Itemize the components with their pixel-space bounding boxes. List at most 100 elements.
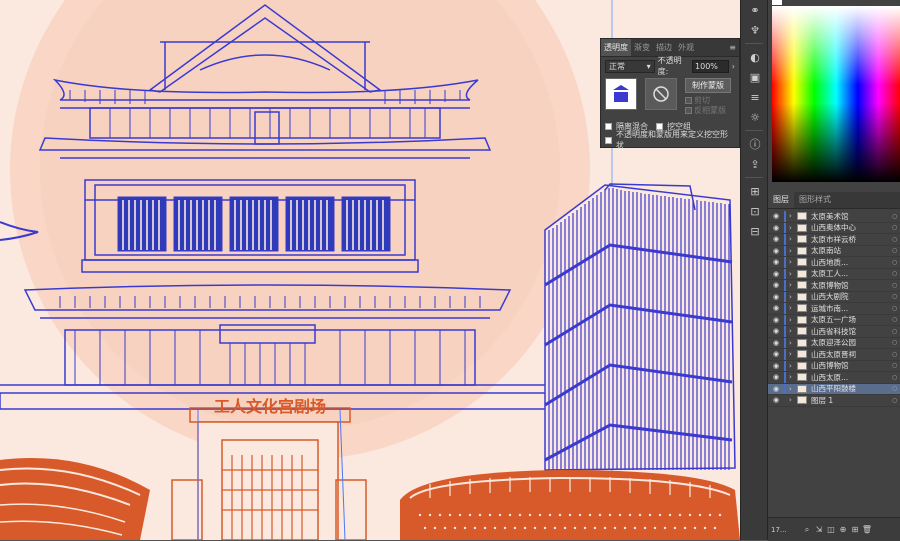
chevron-right-icon[interactable]: › xyxy=(789,373,797,381)
color-spectrum-picker[interactable] xyxy=(768,0,900,182)
target-icon[interactable]: ○ xyxy=(892,305,900,312)
chevron-right-icon[interactable]: › xyxy=(732,62,735,71)
eye-icon[interactable]: ◉ xyxy=(768,396,784,404)
tab-stroke[interactable]: 描边 xyxy=(653,39,675,56)
color-icon[interactable]: ◐ xyxy=(741,47,769,67)
target-icon[interactable]: ○ xyxy=(892,247,900,254)
info-icon[interactable]: ⓘ xyxy=(741,134,769,154)
panel-menu-icon[interactable]: ≡ xyxy=(729,43,739,52)
layer-row[interactable]: ◉ › 太原工人... ○ xyxy=(768,268,900,280)
layer-row[interactable]: ◉ › 山西博物馆 ○ xyxy=(768,360,900,372)
eye-icon[interactable]: ◉ xyxy=(768,316,784,324)
eye-icon[interactable]: ◉ xyxy=(768,235,784,243)
eye-icon[interactable]: ◉ xyxy=(768,212,784,220)
layer-row[interactable]: ◉ › 太原市祥云桥 ○ xyxy=(768,234,900,246)
layer-row[interactable]: ◉ › 太原博物馆 ○ xyxy=(768,280,900,292)
clip-checkbox[interactable] xyxy=(685,96,692,104)
eye-icon[interactable]: ◉ xyxy=(768,224,784,232)
target-icon[interactable]: ○ xyxy=(892,213,900,220)
chevron-right-icon[interactable]: › xyxy=(789,385,797,393)
new-layer-icon[interactable]: ⊞ xyxy=(849,525,861,534)
target-icon[interactable]: ○ xyxy=(892,224,900,231)
chevron-right-icon[interactable]: › xyxy=(789,396,797,404)
layer-row[interactable]: ◉ › 图层 1 ○ xyxy=(768,395,900,407)
layer-row[interactable]: ◉ › 太原迎泽公园 ○ xyxy=(768,337,900,349)
artboard-icon[interactable]: ⊞ xyxy=(741,181,769,201)
swatch-icon[interactable]: ▣ xyxy=(741,67,769,87)
layer-row[interactable]: ◉ › 山西平阳鼓楼 ○ xyxy=(768,383,900,395)
eye-icon[interactable]: ◉ xyxy=(768,293,784,301)
eye-icon[interactable]: ◉ xyxy=(768,350,784,358)
chevron-right-icon[interactable]: › xyxy=(789,212,797,220)
tab-gradient[interactable]: 渐变 xyxy=(631,39,653,56)
invert-mask-checkbox[interactable] xyxy=(685,106,692,114)
new-sublayer-icon[interactable]: ⊕ xyxy=(837,525,849,534)
chevron-right-icon[interactable]: › xyxy=(789,316,797,324)
layer-row[interactable]: ◉ › 山西省科技馆 ○ xyxy=(768,326,900,338)
stroke-icon[interactable]: ≡ xyxy=(741,87,769,107)
chevron-right-icon[interactable]: › xyxy=(789,339,797,347)
layer-row[interactable]: ◉ › 太原五一广场 ○ xyxy=(768,314,900,326)
tab-layers[interactable]: 图层 xyxy=(768,192,794,208)
target-icon[interactable]: ○ xyxy=(892,351,900,358)
opacity-mask-define-checkbox[interactable] xyxy=(605,136,612,144)
eye-icon[interactable]: ◉ xyxy=(768,373,784,381)
target-icon[interactable]: ○ xyxy=(892,385,900,392)
eye-icon[interactable]: ◉ xyxy=(768,327,784,335)
eye-icon[interactable]: ◉ xyxy=(768,339,784,347)
search-icon[interactable]: ⌕ xyxy=(801,525,813,535)
layer-row[interactable]: ◉ › 山西太原晋祠 ○ xyxy=(768,349,900,361)
target-icon[interactable]: ○ xyxy=(892,339,900,346)
tab-graphic-styles[interactable]: 图形样式 xyxy=(794,192,836,208)
target-icon[interactable]: ○ xyxy=(892,282,900,289)
trash-icon[interactable]: 🗑 xyxy=(861,525,873,534)
chevron-right-icon[interactable]: › xyxy=(789,281,797,289)
make-mask-button[interactable]: 制作蒙版 xyxy=(685,78,731,93)
target-icon[interactable]: ○ xyxy=(892,316,900,323)
tab-transparency[interactable]: 透明度 xyxy=(601,39,631,56)
align-icon[interactable]: ⊟ xyxy=(741,221,769,241)
eye-icon[interactable]: ◉ xyxy=(768,270,784,278)
eye-icon[interactable]: ◉ xyxy=(768,247,784,255)
target-icon[interactable]: ○ xyxy=(892,374,900,381)
opacity-input[interactable]: 100% xyxy=(692,59,729,73)
chevron-right-icon[interactable]: › xyxy=(789,362,797,370)
layer-row[interactable]: ◉ › 山西地质... ○ xyxy=(768,257,900,269)
eye-icon[interactable]: ◉ xyxy=(768,304,784,312)
eye-icon[interactable]: ◉ xyxy=(768,385,784,393)
link-icon[interactable]: ⚭ xyxy=(741,0,769,20)
clipping-mask-icon[interactable]: ◫ xyxy=(825,525,837,534)
puppet-icon[interactable]: ♆ xyxy=(741,20,769,40)
layer-row[interactable]: ◉ › 太原美术馆 ○ xyxy=(768,211,900,223)
transform-icon[interactable]: ⊡ xyxy=(741,201,769,221)
tab-appearance[interactable]: 外观 xyxy=(675,39,697,56)
chevron-right-icon[interactable]: › xyxy=(789,235,797,243)
export-layer-icon[interactable]: ⇲ xyxy=(813,525,825,534)
sun-icon[interactable]: ☼ xyxy=(741,107,769,127)
chevron-right-icon[interactable]: › xyxy=(789,224,797,232)
target-icon[interactable]: ○ xyxy=(892,259,900,266)
chevron-right-icon[interactable]: › xyxy=(789,247,797,255)
chevron-right-icon[interactable]: › xyxy=(789,270,797,278)
chevron-right-icon[interactable]: › xyxy=(789,350,797,358)
export-icon[interactable]: ⇪ xyxy=(741,154,769,174)
chevron-right-icon[interactable]: › xyxy=(789,258,797,266)
chevron-right-icon[interactable]: › xyxy=(789,304,797,312)
blend-mode-select[interactable]: 正常 ▾ xyxy=(605,59,655,73)
target-icon[interactable]: ○ xyxy=(892,293,900,300)
eye-icon[interactable]: ◉ xyxy=(768,258,784,266)
target-icon[interactable]: ○ xyxy=(892,397,900,404)
chevron-right-icon[interactable]: › xyxy=(789,327,797,335)
target-icon[interactable]: ○ xyxy=(892,236,900,243)
layer-row[interactable]: ◉ › 山西大剧院 ○ xyxy=(768,291,900,303)
layer-row[interactable]: ◉ › 山西奥体中心 ○ xyxy=(768,222,900,234)
mask-thumbnail[interactable] xyxy=(645,78,677,110)
layer-row[interactable]: ◉ › 运城市南... ○ xyxy=(768,303,900,315)
isolate-blending-checkbox[interactable] xyxy=(605,122,612,130)
layer-row[interactable]: ◉ › 山西太原... ○ xyxy=(768,372,900,384)
eye-icon[interactable]: ◉ xyxy=(768,281,784,289)
target-icon[interactable]: ○ xyxy=(892,362,900,369)
target-icon[interactable]: ○ xyxy=(892,270,900,277)
target-icon[interactable]: ○ xyxy=(892,328,900,335)
eye-icon[interactable]: ◉ xyxy=(768,362,784,370)
